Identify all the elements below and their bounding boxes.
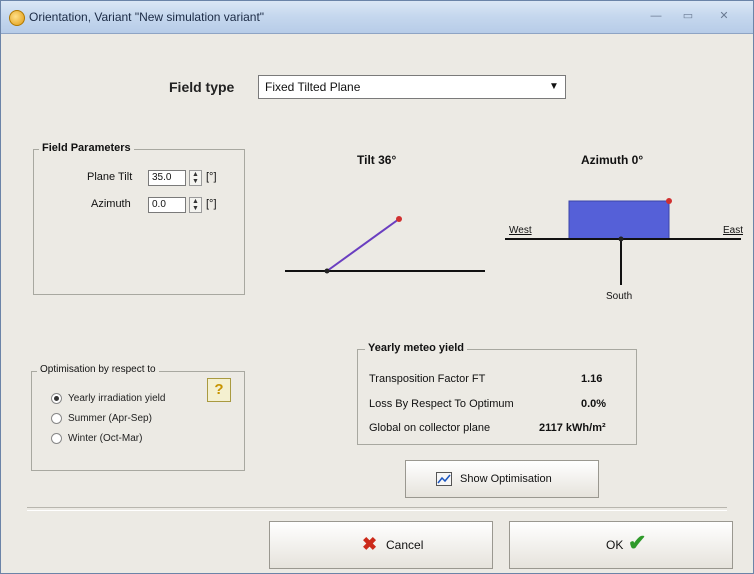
app-icon xyxy=(9,10,25,26)
azimuth-center xyxy=(618,236,624,242)
chart-icon xyxy=(436,472,452,486)
azimuth-input[interactable]: 0.0 xyxy=(148,197,186,213)
azimuth-label: Azimuth xyxy=(91,198,131,210)
ok-button[interactable]: OK ✔ xyxy=(509,521,733,569)
show-optimisation-label: Show Optimisation xyxy=(460,473,552,485)
ok-label: OK xyxy=(606,538,624,552)
radio-yearly-label: Yearly irradiation yield xyxy=(68,393,166,405)
cancel-button[interactable]: ✖ Cancel xyxy=(269,521,493,569)
tilt-top-marker xyxy=(396,216,402,222)
azimuth-corner-marker xyxy=(666,198,672,204)
tilt-plane-line xyxy=(326,218,400,272)
minimize-icon[interactable]: — xyxy=(641,7,671,25)
azimuth-plane xyxy=(568,200,670,240)
field-type-value: Fixed Tilted Plane xyxy=(265,80,361,94)
window-title: Orientation, Variant "New simulation var… xyxy=(29,10,265,24)
transposition-factor-label: Transposition Factor FT xyxy=(369,373,486,385)
radio-summer[interactable]: Summer (Apr-Sep) xyxy=(51,413,152,427)
plane-tilt-unit: [°] xyxy=(206,171,217,183)
azimuth-unit: [°] xyxy=(206,198,217,210)
transposition-factor-value: 1.16 xyxy=(581,373,603,385)
field-type-label: Field type xyxy=(169,79,235,95)
radio-button[interactable] xyxy=(51,433,62,444)
east-label: East xyxy=(723,225,744,236)
show-optimisation-button[interactable]: Show Optimisation xyxy=(405,460,599,498)
radio-winter[interactable]: Winter (Oct-Mar) xyxy=(51,433,142,447)
south-label: South xyxy=(606,291,633,302)
cancel-label: Cancel xyxy=(386,538,424,552)
radio-winter-label: Winter (Oct-Mar) xyxy=(68,433,143,445)
checkmark-icon: ✔ xyxy=(628,530,647,555)
field-parameters-title: Field Parameters xyxy=(39,142,134,154)
azimuth-diagram xyxy=(505,198,741,285)
optimisation-title: Optimisation by respect to xyxy=(37,364,159,375)
radio-button-selected[interactable] xyxy=(51,393,62,404)
cancel-x-icon: ✖ xyxy=(362,534,378,554)
help-icon[interactable]: ? xyxy=(207,378,231,402)
global-collector-label: Global on collector plane xyxy=(369,422,491,434)
maximize-icon[interactable]: ▭ xyxy=(673,7,703,25)
plane-tilt-label: Plane Tilt xyxy=(87,171,133,183)
close-icon[interactable]: ✕ xyxy=(707,7,741,25)
separator xyxy=(27,507,727,511)
azimuth-title: Azimuth 0° xyxy=(581,153,644,167)
azimuth-stepper[interactable]: ▲ ▼ xyxy=(189,197,202,213)
plane-tilt-stepper[interactable]: ▲ ▼ xyxy=(189,170,202,186)
tilt-pivot xyxy=(324,268,330,274)
radio-button[interactable] xyxy=(51,413,62,424)
tilt-diagram xyxy=(285,216,485,274)
loss-optimum-value: 0.0% xyxy=(581,398,607,410)
west-label: West xyxy=(509,225,532,236)
global-collector-value: 2117 kWh/m² xyxy=(539,422,606,434)
loss-optimum-label: Loss By Respect To Optimum xyxy=(369,398,514,410)
radio-yearly[interactable]: Yearly irradiation yield xyxy=(51,393,165,407)
plane-tilt-input[interactable]: 35.0 xyxy=(148,170,186,186)
meteo-yield-title: Yearly meteo yield xyxy=(365,342,467,354)
chevron-down-icon[interactable]: ▼ xyxy=(545,78,563,96)
tilt-title: Tilt 36° xyxy=(357,153,397,167)
orientation-dialog: Orientation, Variant "New simulation var… xyxy=(0,0,754,574)
title-bar[interactable]: Orientation, Variant "New simulation var… xyxy=(1,1,753,34)
radio-summer-label: Summer (Apr-Sep) xyxy=(68,413,152,425)
field-type-select[interactable]: Fixed Tilted Plane ▼ xyxy=(258,75,566,99)
